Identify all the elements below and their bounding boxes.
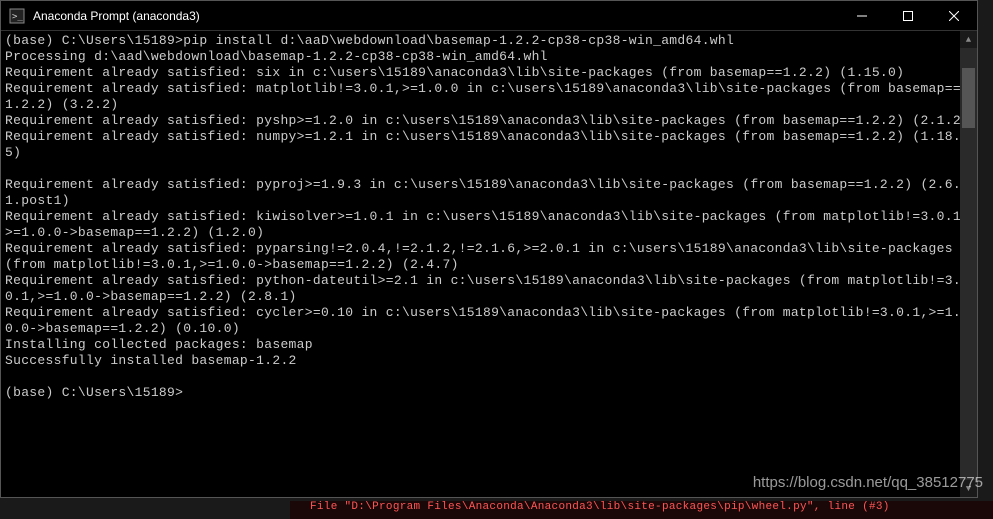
output-line: Requirement already satisfied: pyproj>=1… [5,177,961,208]
scroll-up-icon[interactable]: ▲ [960,31,977,48]
output-line: Requirement already satisfied: python-da… [5,273,961,304]
background-error-line: File "D:\Program Files\Anaconda\Anaconda… [290,501,993,519]
maximize-button[interactable] [885,1,931,30]
output-line: Requirement already satisfied: kiwisolve… [5,209,969,240]
output-line: Installing collected packages: basemap [5,337,313,352]
output-line: Requirement already satisfied: six in c:… [5,65,904,80]
output-line: Requirement already satisfied: matplotli… [5,81,961,112]
window-controls [839,1,977,30]
titlebar[interactable]: >_ Anaconda Prompt (anaconda3) [1,1,977,31]
output-line: Requirement already satisfied: pyshp>=1.… [5,113,969,128]
output-line: Requirement already satisfied: cycler>=0… [5,305,961,336]
scrollbar-thumb[interactable] [962,68,975,128]
terminal-body[interactable]: (base) C:\Users\15189>pip install d:\aaD… [1,31,977,497]
svg-text:>_: >_ [12,12,23,22]
output-line: Requirement already satisfied: numpy>=1.… [5,129,961,160]
vertical-scrollbar[interactable]: ▲ ▼ [960,31,977,497]
terminal-output: (base) C:\Users\15189>pip install d:\aaD… [5,33,973,401]
output-line: Successfully installed basemap-1.2.2 [5,353,297,368]
window-title: Anaconda Prompt (anaconda3) [33,9,839,23]
terminal-window: >_ Anaconda Prompt (anaconda3) (base) C:… [0,0,978,498]
minimize-button[interactable] [839,1,885,30]
prompt-line: (base) C:\Users\15189> [5,385,183,400]
scrollbar-track[interactable] [960,48,977,480]
app-icon: >_ [9,8,25,24]
output-line: Requirement already satisfied: pyparsing… [5,241,961,272]
prompt-line: (base) C:\Users\15189>pip install d:\aaD… [5,33,734,48]
scroll-down-icon[interactable]: ▼ [960,480,977,497]
close-button[interactable] [931,1,977,30]
output-line: Processing d:\aad\webdownload\basemap-1.… [5,49,548,64]
